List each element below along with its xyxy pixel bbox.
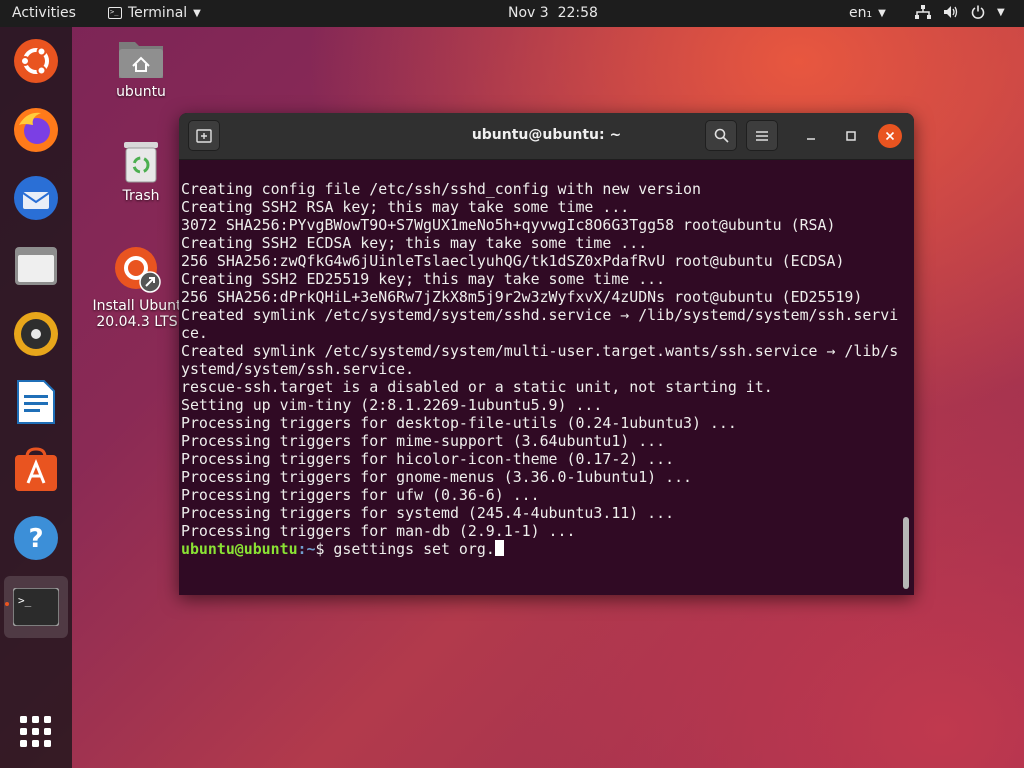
clock[interactable]: Nov 3 22:58 [508,5,598,21]
desktop-install-label-line2: 20.04.3 LTS [96,314,178,330]
terminal-line: Creating SSH2 ED25519 key; this may take… [181,270,666,288]
terminal-line: ce. [181,324,208,342]
terminal-line: Processing triggers for desktop-file-uti… [181,414,737,432]
desktop-trash-label: Trash [122,188,160,204]
terminal-line: Processing triggers for man-db (2.9.1-1)… [181,522,576,540]
clock-time: 22:58 [557,5,598,21]
terminal-line: Setting up vim-tiny (2:8.1.2269-1ubuntu5… [181,396,603,414]
home-folder-icon [119,42,163,78]
menu-button[interactable] [746,120,778,151]
terminal-line: Creating SSH2 RSA key; this may take som… [181,198,630,216]
dock-ubuntu[interactable] [12,37,60,85]
running-indicator [5,602,9,606]
dock-software[interactable] [12,446,60,494]
folder-icon [15,247,57,285]
terminal-output[interactable]: Creating config file /etc/ssh/sshd_confi… [181,180,899,540]
top-bar: Activities >_ Terminal ▼ Nov 3 22:58 en₁… [0,0,1024,27]
minimize-button[interactable] [799,124,823,148]
terminal-line: 256 SHA256:dPrkQHiL+3eN6Rw7jZkX8m5j9r2w3… [181,288,863,306]
document-icon [17,380,55,424]
software-store-icon [15,447,57,491]
search-icon [714,128,729,143]
desktop-trash[interactable]: Trash [110,140,172,204]
dock-rhythmbox[interactable] [12,310,60,358]
terminal-window[interactable]: ubuntu@ubuntu: ~ Creating config file /e… [179,113,914,595]
dock-firefox[interactable] [12,106,60,154]
terminal-icon: >_ [108,7,122,19]
terminal-line: Creating config file /etc/ssh/sshd_confi… [181,180,701,198]
terminal-line: Processing triggers for ufw (0.36-6) ... [181,486,540,504]
terminal-line: Creating SSH2 ECDSA key; this may take s… [181,234,648,252]
svg-text:?: ? [28,524,43,554]
terminal-line: 256 SHA256:zwQfkG4w6jUinleTslaeclyuhQG/t… [181,252,845,270]
input-source-label: en₁ [849,5,873,21]
clock-date: Nov 3 [508,5,549,21]
terminal-line: Processing triggers for systemd (245.4-4… [181,504,675,522]
terminal-line: Processing triggers for hicolor-icon-the… [181,450,675,468]
text-cursor [494,540,504,556]
maximize-icon [846,131,856,141]
terminal-line: ystemd/system/ssh.service. [181,360,415,378]
speaker-icon [14,312,58,356]
trash-icon [124,142,158,183]
app-grid-icon [20,716,51,747]
desktop-home-folder[interactable]: ubuntu [110,36,172,100]
chevron-down-icon: ▼ [878,7,886,19]
scrollbar[interactable] [903,517,909,589]
app-menu[interactable]: >_ Terminal ▼ [108,5,201,21]
desktop-install-ubuntu[interactable]: Install Ubunt 20.04.3 LTS [92,244,182,330]
desktop-install-label-line1: Install Ubunt [92,298,182,314]
hamburger-menu-icon [756,130,768,141]
terminal-line: Processing triggers for mime-support (3.… [181,432,666,450]
window-headerbar[interactable]: ubuntu@ubuntu: ~ [179,113,914,160]
prompt-user: ubuntu@ubuntu [181,540,298,558]
install-ubuntu-icon [115,247,161,293]
power-icon [971,5,985,19]
dock-libreoffice-writer[interactable] [12,378,60,426]
terminal-icon: >_ [13,588,59,626]
ubuntu-logo-icon [14,39,58,83]
close-icon [885,131,895,141]
app-menu-label: Terminal [128,5,188,21]
activities-button[interactable]: Activities [12,5,76,21]
terminal-line: Created symlink /etc/systemd/system/mult… [181,342,899,360]
input-source-menu[interactable]: en₁ ▼ [849,5,886,21]
dock-help[interactable]: ? [12,514,60,562]
svg-text:>_: >_ [18,594,32,607]
terminal-prompt-line[interactable]: ubuntu@ubuntu:~$ gsettings set org. [181,540,899,558]
chevron-down-icon: ▼ [997,6,1005,18]
dock-terminal[interactable]: >_ [4,576,68,638]
prompt-symbol: $ [315,540,334,558]
thunderbird-icon [14,176,58,220]
prompt-path: :~ [297,540,316,558]
close-button[interactable] [878,124,902,148]
minimize-icon [807,138,815,140]
terminal-line: Processing triggers for gnome-menus (3.3… [181,468,693,486]
network-icon [915,5,931,19]
chevron-down-icon: ▼ [193,7,201,19]
desktop-home-label: ubuntu [116,84,166,100]
volume-icon [944,6,958,18]
terminal-line: 3072 SHA256:PYvgBWowT9O+S7WgUX1meNo5h+qy… [181,216,836,234]
dock-show-applications[interactable] [12,708,60,756]
system-tray[interactable]: ▼ [915,5,1005,19]
command-input[interactable]: gsettings set org. [333,540,494,558]
maximize-button[interactable] [839,124,863,148]
dock-thunderbird[interactable] [12,174,60,222]
dock: ? >_ [0,27,72,768]
firefox-icon [14,108,58,152]
terminal-line: rescue-ssh.target is a disabled or a sta… [181,378,773,396]
search-button[interactable] [705,120,737,151]
help-icon: ? [14,516,58,560]
dock-files[interactable] [12,242,60,290]
terminal-line: Created symlink /etc/systemd/system/sshd… [181,306,899,324]
